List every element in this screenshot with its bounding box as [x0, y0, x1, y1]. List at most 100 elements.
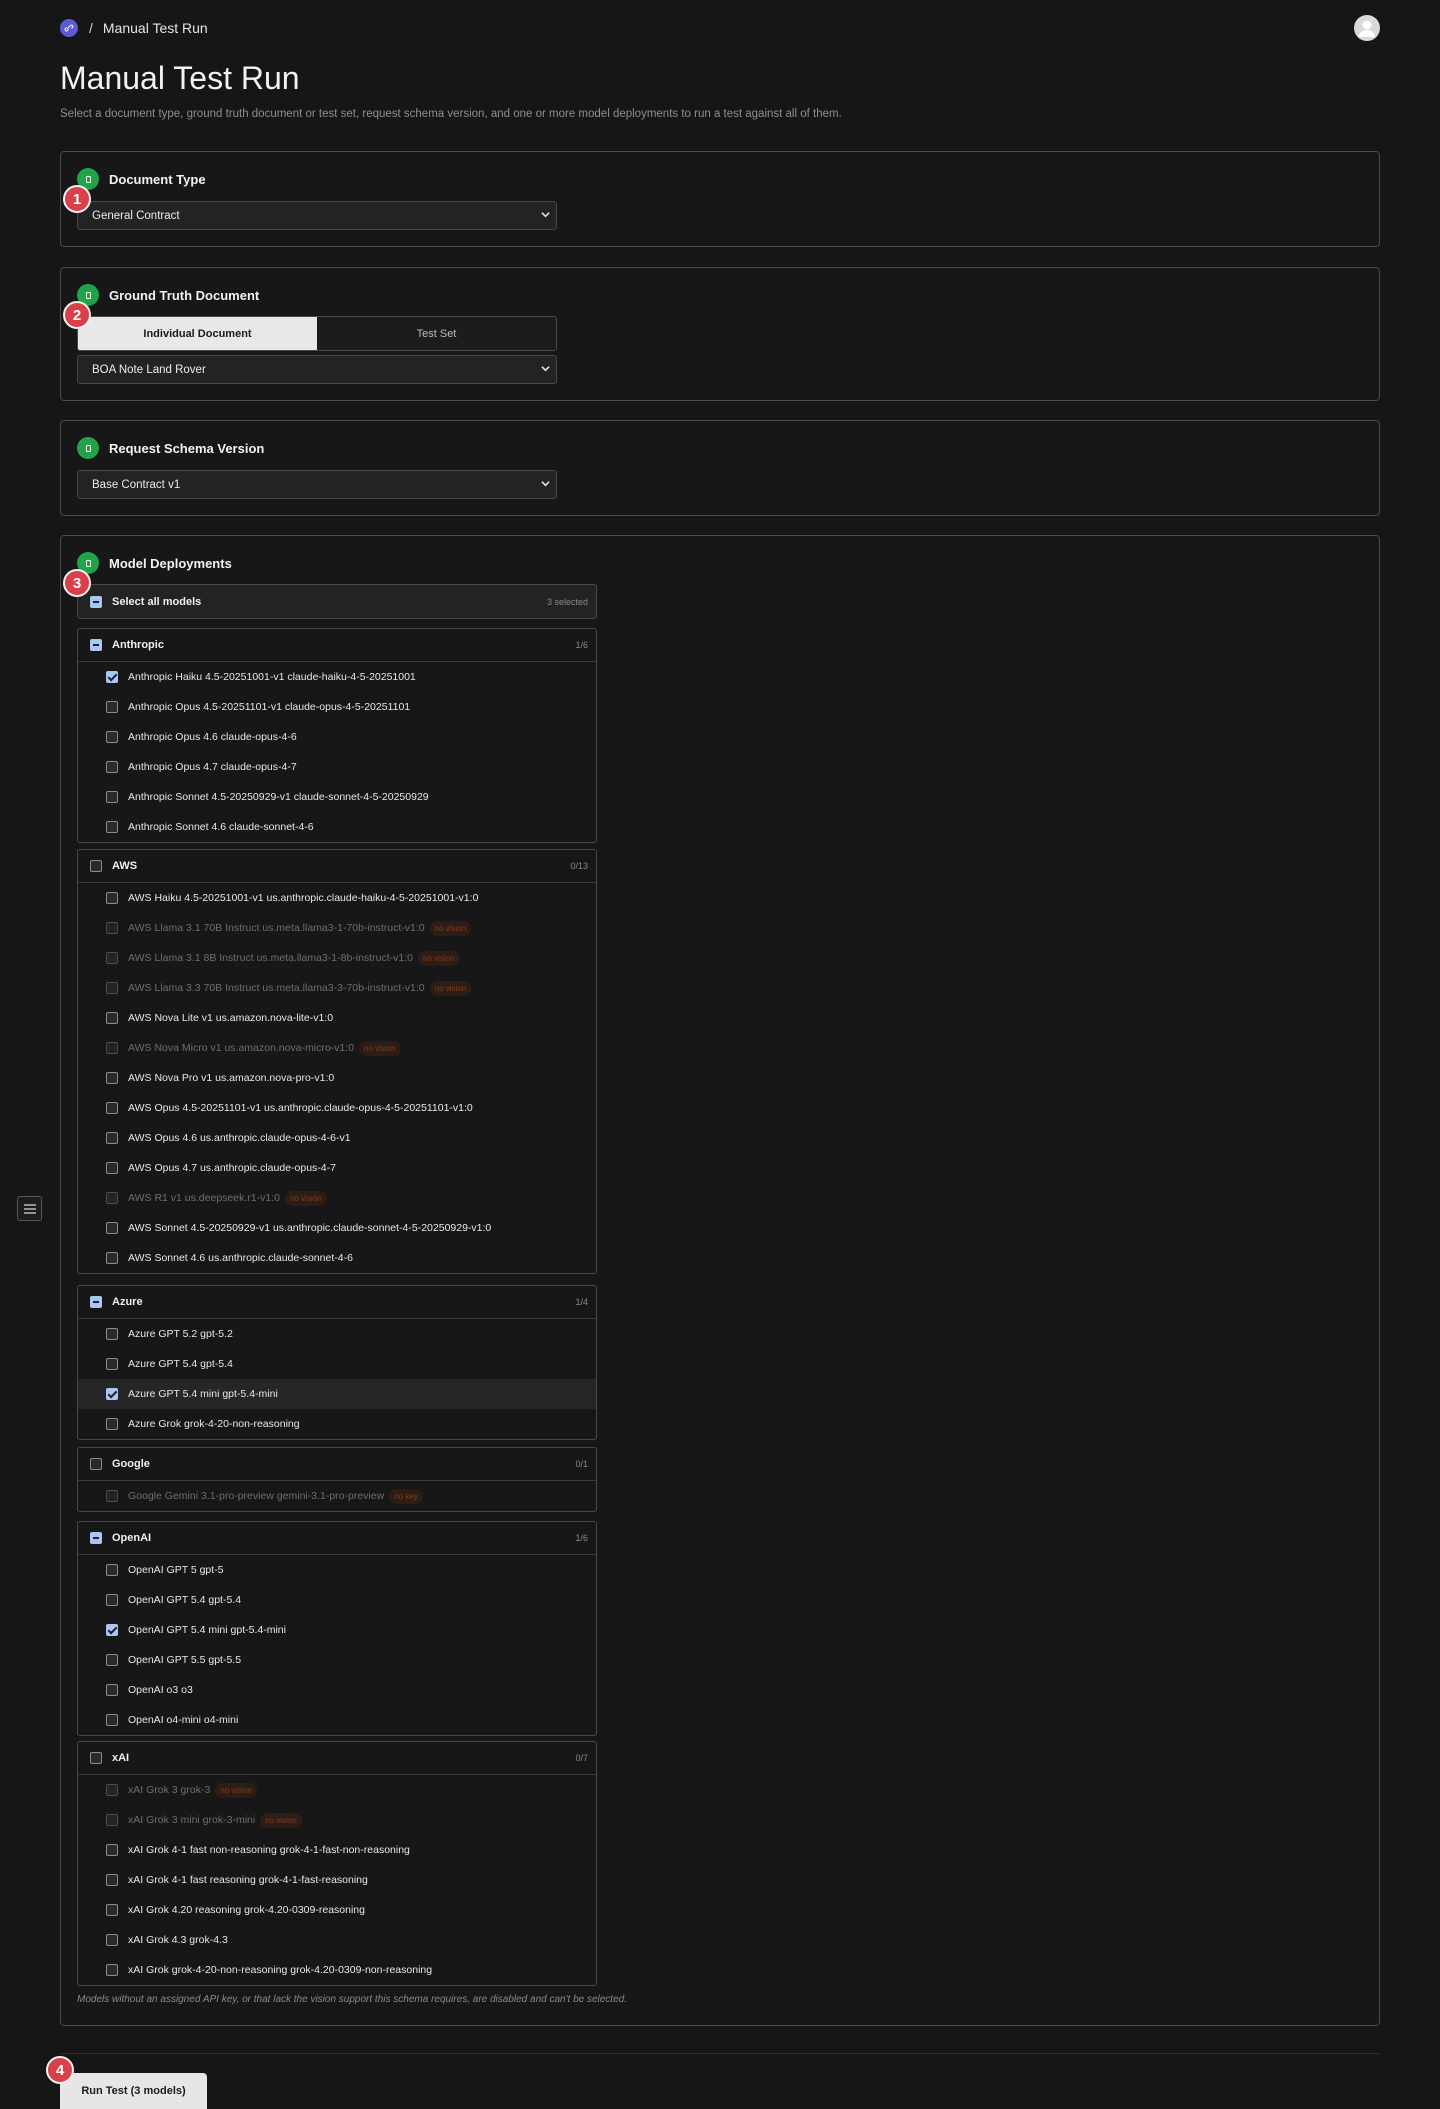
model-label: Anthropic Opus 4.5-20251101-v1 claude-op…: [128, 701, 411, 713]
model-checkbox[interactable]: [106, 731, 118, 743]
model-group-anthropic: Anthropic 1/6 Anthropic Haiku 4.5-20251001…: [77, 628, 597, 843]
model-checkbox[interactable]: [106, 1162, 118, 1174]
model-option[interactable]: Anthropic Opus 4.7 claude-opus-4-7: [78, 752, 596, 782]
schema-version-value: Base Contract v1: [92, 478, 181, 491]
model-option[interactable]: AWS Opus 4.5-20251101-v1 us.anthropic.cl…: [78, 1093, 596, 1123]
model-checkbox[interactable]: [106, 1904, 118, 1916]
model-option[interactable]: AWS Opus 4.6 us.anthropic.claude-opus-4-…: [78, 1123, 596, 1153]
app-logo-icon[interactable]: [60, 19, 78, 37]
model-option[interactable]: OpenAI GPT 5 gpt-5: [78, 1555, 596, 1585]
model-checkbox[interactable]: [106, 1594, 118, 1606]
model-checkbox[interactable]: [106, 701, 118, 713]
model-checkbox[interactable]: [106, 671, 118, 683]
breadcrumb-separator: /: [89, 20, 93, 36]
model-option: xAI Grok 3 mini grok-3-mini no vision: [78, 1805, 596, 1835]
model-checkbox[interactable]: [106, 1564, 118, 1576]
schema-version-section: Request Schema Version Base Contract v1: [60, 420, 1380, 516]
model-option[interactable]: Anthropic Haiku 4.5-20251001-v1 claude-h…: [78, 662, 596, 692]
model-checkbox[interactable]: [106, 1934, 118, 1946]
model-checkbox[interactable]: [106, 1132, 118, 1144]
model-group-google: Google 0/1 Google Gemini 3.1-pro-preview g…: [77, 1447, 597, 1512]
model-group-header[interactable]: Azure 1/4: [78, 1286, 596, 1319]
tab-individual-document[interactable]: Individual Document: [78, 317, 317, 350]
model-checkbox[interactable]: [106, 1102, 118, 1114]
model-label: AWS Opus 4.6 us.anthropic.claude-opus-4-…: [128, 1132, 351, 1144]
model-option[interactable]: xAI Grok 4.3 grok-4.3: [78, 1925, 596, 1955]
ground-truth-select[interactable]: BOA Note Land Rover: [77, 355, 557, 384]
model-checkbox[interactable]: [106, 1358, 118, 1370]
user-avatar-icon[interactable]: [1354, 15, 1380, 41]
model-option[interactable]: OpenAI GPT 5.4 mini gpt-5.4-mini: [78, 1615, 596, 1645]
run-test-button[interactable]: Run Test (3 models): [60, 2073, 207, 2109]
group-checkbox[interactable]: [90, 860, 102, 872]
group-checkbox[interactable]: [90, 1532, 102, 1544]
model-checkbox[interactable]: [106, 821, 118, 833]
group-checkbox[interactable]: [90, 639, 102, 651]
model-group-header[interactable]: Google 0/1: [78, 1448, 596, 1481]
model-checkbox[interactable]: [106, 892, 118, 904]
ground-truth-value: BOA Note Land Rover: [92, 363, 206, 376]
model-checkbox[interactable]: [106, 1072, 118, 1084]
model-label: AWS Llama 3.3 70B Instruct us.meta.llama…: [128, 982, 425, 994]
model-checkbox[interactable]: [106, 1624, 118, 1636]
model-checkbox[interactable]: [106, 1388, 118, 1400]
model-checkbox[interactable]: [106, 1874, 118, 1886]
model-checkbox[interactable]: [106, 1418, 118, 1430]
model-option[interactable]: Anthropic Sonnet 4.6 claude-sonnet-4-6: [78, 812, 596, 842]
model-option[interactable]: AWS Sonnet 4.6 us.anthropic.claude-sonne…: [78, 1243, 596, 1273]
group-checkbox[interactable]: [90, 1458, 102, 1470]
select-all-checkbox[interactable]: [90, 595, 102, 608]
model-option[interactable]: OpenAI GPT 5.4 gpt-5.4: [78, 1585, 596, 1615]
model-checkbox[interactable]: [106, 761, 118, 773]
model-checkbox[interactable]: [106, 1252, 118, 1264]
model-option[interactable]: Azure GPT 5.2 gpt-5.2: [78, 1319, 596, 1349]
model-option[interactable]: Azure GPT 5.4 mini gpt-5.4-mini: [78, 1379, 596, 1409]
model-option[interactable]: AWS Sonnet 4.5-20250929-v1 us.anthropic.…: [78, 1213, 596, 1243]
divider: [60, 2053, 1380, 2054]
model-option[interactable]: xAI Grok 4-1 fast non-reasoning grok-4-1…: [78, 1835, 596, 1865]
model-option[interactable]: AWS Haiku 4.5-20251001-v1 us.anthropic.c…: [78, 883, 596, 913]
model-group-header[interactable]: OpenAI 1/6: [78, 1522, 596, 1555]
model-checkbox[interactable]: [106, 1714, 118, 1726]
sidebar-toggle-button[interactable]: [17, 1196, 42, 1221]
model-option[interactable]: xAI Grok 4-1 fast reasoning grok-4-1-fas…: [78, 1865, 596, 1895]
model-checkbox[interactable]: [106, 1654, 118, 1666]
disabled-models-note: Models without an assigned API key, or t…: [77, 1994, 627, 2005]
model-option[interactable]: OpenAI o4-mini o4-mini: [78, 1705, 596, 1735]
group-checkbox[interactable]: [90, 1752, 102, 1764]
model-option[interactable]: Azure GPT 5.4 gpt-5.4: [78, 1349, 596, 1379]
model-label: Azure GPT 5.2 gpt-5.2: [128, 1328, 233, 1340]
model-option[interactable]: AWS Nova Lite v1 us.amazon.nova-lite-v1:…: [78, 1003, 596, 1033]
group-checkbox[interactable]: [90, 1296, 102, 1308]
schema-version-select[interactable]: Base Contract v1: [77, 470, 557, 499]
model-option[interactable]: AWS Opus 4.7 us.anthropic.claude-opus-4-…: [78, 1153, 596, 1183]
model-checkbox[interactable]: [106, 1684, 118, 1696]
model-label: xAI Grok 3 grok-3: [128, 1784, 211, 1796]
document-type-select[interactable]: General Contract: [77, 201, 557, 230]
model-group-aws: AWS 0/13 AWS Haiku 4.5-20251001-v1 us.anth…: [77, 849, 597, 1274]
model-option[interactable]: AWS Nova Pro v1 us.amazon.nova-pro-v1:0: [78, 1063, 596, 1093]
model-group-header[interactable]: xAI 0/7: [78, 1742, 596, 1775]
model-checkbox[interactable]: [106, 1328, 118, 1340]
model-option[interactable]: Anthropic Sonnet 4.5-20250929-v1 claude-…: [78, 782, 596, 812]
model-option[interactable]: OpenAI GPT 5.5 gpt-5.5: [78, 1645, 596, 1675]
model-option[interactable]: OpenAI o3 o3: [78, 1675, 596, 1705]
model-group-header[interactable]: Anthropic 1/6: [78, 629, 596, 662]
page-title: Manual Test Run: [60, 60, 300, 96]
model-option[interactable]: xAI Grok grok-4-20-non-reasoning grok-4.…: [78, 1955, 596, 1985]
tab-test-set[interactable]: Test Set: [317, 317, 556, 350]
model-option[interactable]: Azure Grok grok-4-20-non-reasoning: [78, 1409, 596, 1439]
model-option[interactable]: xAI Grok 4.20 reasoning grok-4.20-0309-r…: [78, 1895, 596, 1925]
model-group-header[interactable]: AWS 0/13: [78, 850, 596, 883]
model-option[interactable]: Anthropic Opus 4.5-20251101-v1 claude-op…: [78, 692, 596, 722]
step-badge-2: 2: [63, 301, 91, 329]
model-checkbox[interactable]: [106, 1844, 118, 1856]
model-checkbox[interactable]: [106, 1222, 118, 1234]
model-label: AWS Haiku 4.5-20251001-v1 us.anthropic.c…: [128, 892, 479, 904]
group-name: xAI: [112, 1752, 130, 1764]
model-option[interactable]: Anthropic Opus 4.6 claude-opus-4-6: [78, 722, 596, 752]
model-checkbox[interactable]: [106, 1964, 118, 1976]
model-checkbox[interactable]: [106, 791, 118, 803]
select-all-models-row[interactable]: Select all models 3 selected: [77, 584, 597, 619]
model-checkbox[interactable]: [106, 1012, 118, 1024]
